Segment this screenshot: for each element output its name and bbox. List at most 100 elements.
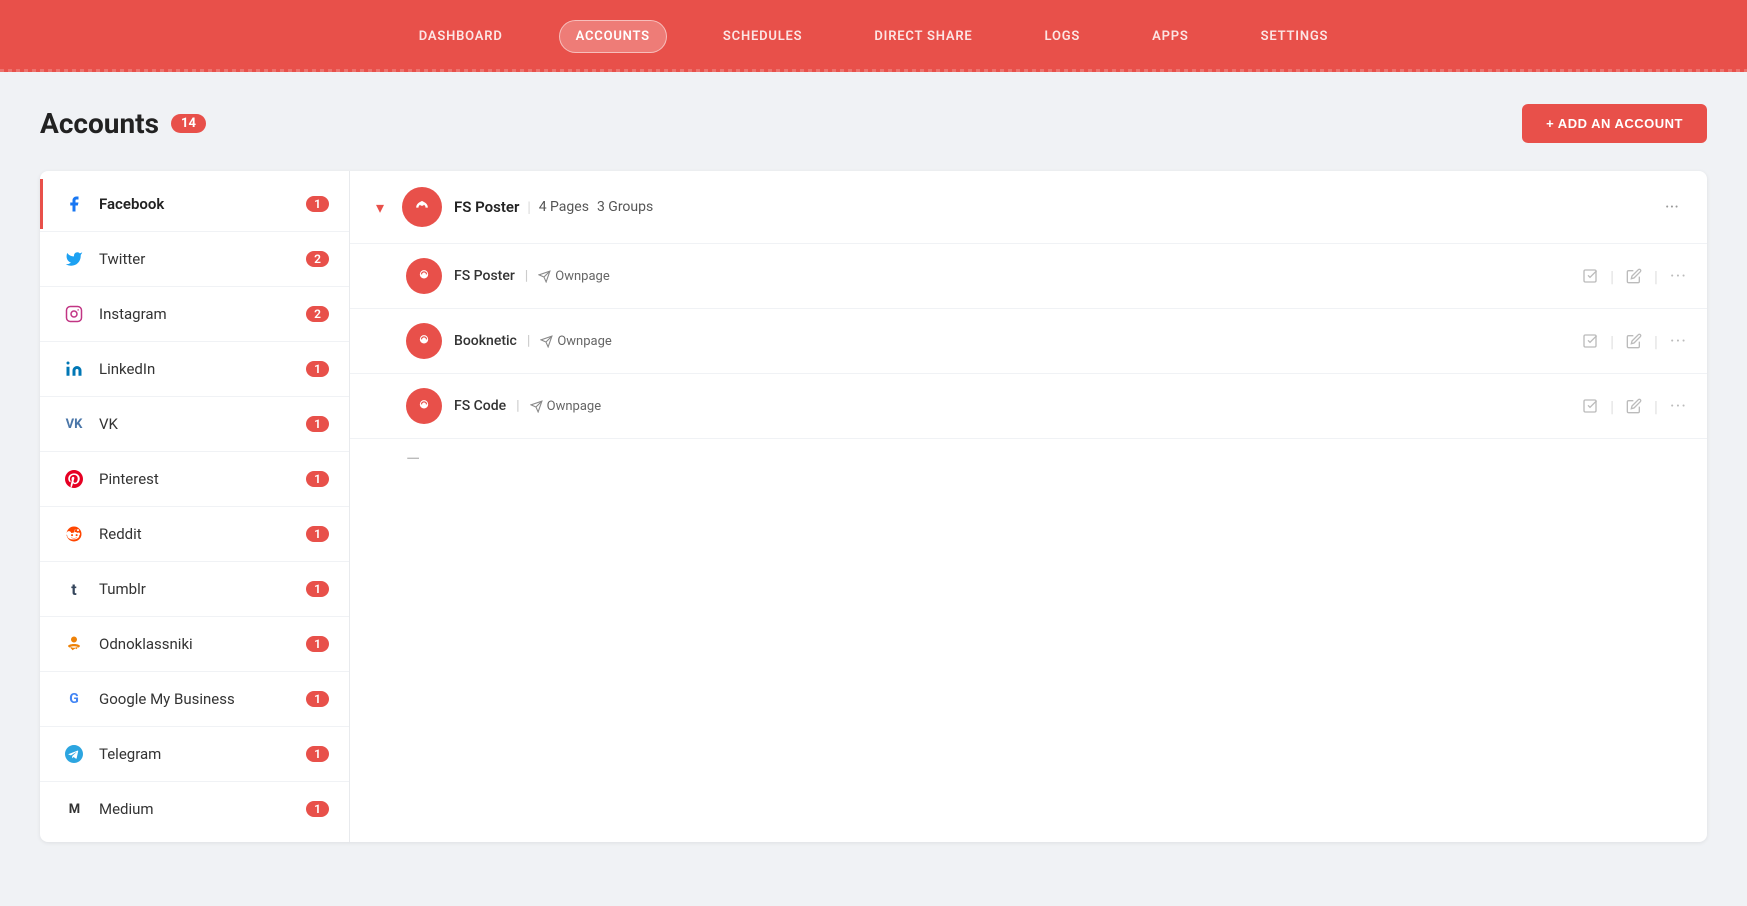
sidebar-divider-5 <box>40 451 349 452</box>
edit-icon-fsposter[interactable] <box>1626 268 1642 284</box>
sidebar-badge-instagram: 2 <box>306 306 329 322</box>
sidebar-label-medium: Medium <box>99 800 306 818</box>
more-icon-fscode[interactable]: ··· <box>1670 396 1687 417</box>
account-name-fsposter: FS Poster <box>454 268 515 284</box>
nav-settings[interactable]: SETTINGS <box>1245 21 1345 52</box>
sidebar-item-twitter[interactable]: Twitter 2 <box>40 234 349 284</box>
account-info-fscode: FS Code | Ownpage <box>454 398 1570 414</box>
edit-icon-fscode[interactable] <box>1626 398 1642 414</box>
sidebar-divider-4 <box>40 396 349 397</box>
sidebar-badge-twitter: 2 <box>306 251 329 267</box>
check-icon-fsposter[interactable] <box>1582 268 1598 284</box>
account-actions-booknetic: | | ··· <box>1582 331 1687 352</box>
nav-apps[interactable]: APPS <box>1136 21 1205 52</box>
nav-accounts[interactable]: ACCOUNTS <box>559 20 667 53</box>
odnoklassniki-icon <box>63 633 85 655</box>
vk-icon: VK <box>63 413 85 435</box>
sidebar-divider-10 <box>40 726 349 727</box>
nav-direct-share[interactable]: DIRECT SHARE <box>858 21 988 52</box>
sidebar-item-linkedin[interactable]: LinkedIn 1 <box>40 344 349 394</box>
action-sep-2: | <box>1654 267 1658 286</box>
more-icon-fsposter[interactable]: ··· <box>1670 266 1687 287</box>
sidebar-divider-7 <box>40 561 349 562</box>
instagram-icon <box>63 303 85 325</box>
sidebar-item-vk[interactable]: VK VK 1 <box>40 399 349 449</box>
sidebar-label-twitter: Twitter <box>99 250 306 268</box>
separator: | <box>516 398 519 414</box>
group-more-button[interactable]: ··· <box>1657 193 1687 222</box>
sidebar-item-telegram[interactable]: Telegram 1 <box>40 729 349 779</box>
group-header: ▾ FS Poster | 4 Pages 3 Groups ··· <box>350 171 1707 244</box>
sidebar: Facebook 1 Twitter 2 <box>40 171 350 842</box>
sidebar-label-vk: VK <box>99 415 306 433</box>
action-sep-2: | <box>1654 332 1658 351</box>
account-row: Booknetic | Ownpage | <box>350 309 1707 374</box>
group-separator: | <box>527 198 530 216</box>
nav-dashboard[interactable]: DASHBOARD <box>403 21 519 52</box>
group-info: FS Poster | 4 Pages 3 Groups <box>454 198 1645 216</box>
sidebar-divider-2 <box>40 286 349 287</box>
linkedin-icon <box>63 358 85 380</box>
group-name: FS Poster <box>454 198 519 216</box>
account-info-fsposter: FS Poster | Ownpage <box>454 268 1570 284</box>
page-title-wrap: Accounts 14 <box>40 107 206 140</box>
account-info-booknetic: Booknetic | Ownpage <box>454 333 1570 349</box>
sidebar-item-instagram[interactable]: Instagram 2 <box>40 289 349 339</box>
sidebar-item-odnoklassniki[interactable]: Odnoklassniki 1 <box>40 619 349 669</box>
group-pages: 4 Pages <box>539 199 589 215</box>
content-area: ▾ FS Poster | 4 Pages 3 Groups ··· <box>350 171 1707 842</box>
edit-icon-booknetic[interactable] <box>1626 333 1642 349</box>
group-chevron-icon[interactable]: ▾ <box>370 197 390 217</box>
account-rows: FS Poster | Ownpage | <box>350 244 1707 480</box>
check-icon-fscode[interactable] <box>1582 398 1598 414</box>
sidebar-badge-vk: 1 <box>306 416 329 432</box>
sidebar-label-gmb: Google My Business <box>99 690 306 708</box>
sidebar-divider-1 <box>40 231 349 232</box>
group-groups: 3 Groups <box>597 199 653 215</box>
sidebar-badge-linkedin: 1 <box>306 361 329 377</box>
sidebar-item-reddit[interactable]: Reddit 1 <box>40 509 349 559</box>
sidebar-divider-3 <box>40 341 349 342</box>
nav-logs[interactable]: LOGS <box>1029 21 1097 52</box>
sidebar-item-facebook[interactable]: Facebook 1 <box>40 179 349 229</box>
separator: | <box>527 333 530 349</box>
group-avatar <box>402 187 442 227</box>
page-title: Accounts <box>40 107 159 140</box>
account-type-booknetic: Ownpage <box>540 334 611 349</box>
account-avatar-fsposter <box>406 258 442 294</box>
sidebar-label-telegram: Telegram <box>99 745 306 763</box>
sidebar-badge-telegram: 1 <box>306 746 329 762</box>
sidebar-item-medium[interactable]: M Medium 1 <box>40 784 349 834</box>
pinterest-icon <box>63 468 85 490</box>
check-icon-booknetic[interactable] <box>1582 333 1598 349</box>
action-sep: | <box>1610 267 1614 286</box>
sidebar-divider-11 <box>40 781 349 782</box>
reddit-icon <box>63 523 85 545</box>
action-sep-2: | <box>1654 397 1658 416</box>
sidebar-label-linkedin: LinkedIn <box>99 360 306 378</box>
sidebar-label-reddit: Reddit <box>99 525 306 543</box>
sidebar-label-tumblr: Tumblr <box>99 580 306 598</box>
sidebar-item-gmb[interactable]: G Google My Business 1 <box>40 674 349 724</box>
account-avatar-booknetic <box>406 323 442 359</box>
account-actions-fsposter: | | ··· <box>1582 266 1687 287</box>
separator: | <box>525 268 528 284</box>
medium-icon: M <box>63 798 85 820</box>
nav-schedules[interactable]: SCHEDULES <box>707 21 818 52</box>
expand-more-row[interactable]: — <box>350 439 1707 480</box>
top-navigation: DASHBOARD ACCOUNTS SCHEDULES DIRECT SHAR… <box>0 0 1747 72</box>
sidebar-item-tumblr[interactable]: t Tumblr 1 <box>40 564 349 614</box>
sidebar-label-instagram: Instagram <box>99 305 306 323</box>
add-account-button[interactable]: + ADD AN ACCOUNT <box>1522 104 1707 143</box>
account-actions-fscode: | | ··· <box>1582 396 1687 417</box>
sidebar-item-pinterest[interactable]: Pinterest 1 <box>40 454 349 504</box>
sidebar-badge-medium: 1 <box>306 801 329 817</box>
account-avatar-fscode <box>406 388 442 424</box>
main-layout: Facebook 1 Twitter 2 <box>40 171 1707 842</box>
more-icon-booknetic[interactable]: ··· <box>1670 331 1687 352</box>
action-sep: | <box>1610 332 1614 351</box>
facebook-icon <box>63 193 85 215</box>
sidebar-badge-facebook: 1 <box>306 196 329 212</box>
gmb-icon: G <box>63 688 85 710</box>
account-type-fscode: Ownpage <box>530 399 601 414</box>
